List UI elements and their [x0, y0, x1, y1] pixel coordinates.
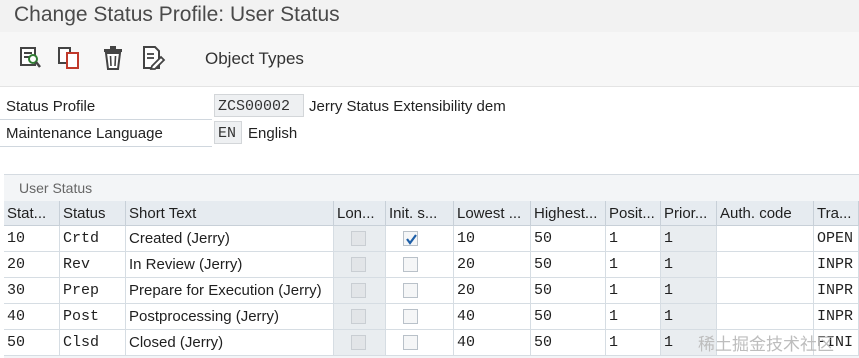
- init-status-checkbox[interactable]: [403, 335, 418, 350]
- cell-long-text: [334, 252, 386, 278]
- cell-highest[interactable]: 50: [531, 304, 606, 330]
- init-status-checkbox[interactable]: [403, 257, 418, 272]
- edit-details-icon[interactable]: [139, 44, 167, 72]
- cell-transaction[interactable]: INPR: [814, 304, 859, 330]
- cell-status[interactable]: Crtd: [60, 226, 126, 252]
- user-status-group-title: User Status: [19, 180, 93, 196]
- checkmark-icon: [406, 234, 417, 245]
- column-header-status[interactable]: Status: [60, 201, 126, 226]
- cell-auth-code[interactable]: [717, 278, 814, 304]
- copy-icon[interactable]: [55, 44, 83, 72]
- cell-short-text[interactable]: In Review (Jerry): [126, 252, 334, 278]
- status-profile-label: Status Profile: [6, 98, 96, 115]
- cell-transaction[interactable]: OPEN: [814, 226, 859, 252]
- toolbar: Object Types: [0, 32, 859, 87]
- status-profile-description: Jerry Status Extensibility dem: [309, 98, 506, 115]
- cell-long-text: [334, 330, 386, 356]
- cell-priority[interactable]: 1: [661, 252, 717, 278]
- cell-stat[interactable]: 20: [4, 252, 60, 278]
- cell-priority[interactable]: 1: [661, 304, 717, 330]
- cell-init-status[interactable]: [386, 252, 454, 278]
- delete-icon[interactable]: [99, 44, 127, 72]
- cell-init-status[interactable]: [386, 278, 454, 304]
- cell-stat[interactable]: 30: [4, 278, 60, 304]
- maintenance-language-row: Maintenance Language EN English: [0, 120, 859, 147]
- cell-lowest[interactable]: 20: [454, 278, 531, 304]
- column-header-priority[interactable]: Prior...: [661, 201, 717, 226]
- cell-auth-code[interactable]: [717, 304, 814, 330]
- column-header-short-text[interactable]: Short Text: [126, 201, 334, 226]
- cell-short-text[interactable]: Prepare for Execution (Jerry): [126, 278, 334, 304]
- column-header-stat[interactable]: Stat...: [4, 201, 60, 226]
- cell-position[interactable]: 1: [606, 226, 661, 252]
- cell-position[interactable]: 1: [606, 330, 661, 356]
- cell-lowest[interactable]: 20: [454, 252, 531, 278]
- cell-long-text: [334, 226, 386, 252]
- cell-short-text[interactable]: Closed (Jerry): [126, 330, 334, 356]
- long-text-checkbox: [351, 335, 366, 350]
- watermark: 稀土掘金技术社区: [698, 335, 834, 354]
- column-header-long-text[interactable]: Lon...: [334, 201, 386, 226]
- cell-position[interactable]: 1: [606, 304, 661, 330]
- cell-position[interactable]: 1: [606, 278, 661, 304]
- cell-status[interactable]: Prep: [60, 278, 126, 304]
- cell-stat[interactable]: 40: [4, 304, 60, 330]
- column-header-lowest[interactable]: Lowest ...: [454, 201, 531, 226]
- long-text-checkbox: [351, 309, 366, 324]
- maintenance-language-label: Maintenance Language: [6, 125, 163, 142]
- column-header-transaction[interactable]: Tra...: [814, 201, 859, 226]
- long-text-checkbox: [351, 231, 366, 246]
- init-status-checkbox[interactable]: [403, 283, 418, 298]
- cell-priority[interactable]: 1: [661, 226, 717, 252]
- cell-long-text: [334, 278, 386, 304]
- title-bar: Change Status Profile: User Status: [0, 0, 859, 32]
- cell-priority[interactable]: 1: [661, 278, 717, 304]
- status-profile-row: Status Profile ZCS00002 Jerry Status Ext…: [0, 93, 859, 120]
- cell-stat[interactable]: 50: [4, 330, 60, 356]
- column-header-position[interactable]: Posit...: [606, 201, 661, 226]
- cell-highest[interactable]: 50: [531, 252, 606, 278]
- cell-init-status[interactable]: [386, 226, 454, 252]
- cell-status[interactable]: Post: [60, 304, 126, 330]
- cell-lowest[interactable]: 10: [454, 226, 531, 252]
- cell-position[interactable]: 1: [606, 252, 661, 278]
- init-status-checkbox[interactable]: [403, 309, 418, 324]
- cell-short-text[interactable]: Postprocessing (Jerry): [126, 304, 334, 330]
- long-text-checkbox: [351, 257, 366, 272]
- cell-lowest[interactable]: 40: [454, 330, 531, 356]
- column-header-init-status[interactable]: Init. s...: [386, 201, 454, 226]
- cell-auth-code[interactable]: [717, 252, 814, 278]
- cell-stat[interactable]: 10: [4, 226, 60, 252]
- status-profile-field[interactable]: ZCS00002: [214, 94, 304, 117]
- cell-highest[interactable]: 50: [531, 278, 606, 304]
- cell-highest[interactable]: 50: [531, 330, 606, 356]
- cell-lowest[interactable]: 40: [454, 304, 531, 330]
- cell-transaction[interactable]: INPR: [814, 278, 859, 304]
- column-header-auth-code[interactable]: Auth. code: [717, 201, 814, 226]
- cell-highest[interactable]: 50: [531, 226, 606, 252]
- cell-short-text[interactable]: Created (Jerry): [126, 226, 334, 252]
- cell-init-status[interactable]: [386, 330, 454, 356]
- maintenance-language-description: English: [248, 125, 298, 142]
- maintenance-language-field[interactable]: EN: [214, 121, 242, 144]
- cell-auth-code[interactable]: [717, 226, 814, 252]
- column-header-highest[interactable]: Highest...: [531, 201, 606, 226]
- long-text-checkbox: [351, 283, 366, 298]
- init-status-checkbox[interactable]: [403, 231, 418, 246]
- cell-status[interactable]: Clsd: [60, 330, 126, 356]
- cell-status[interactable]: Rev: [60, 252, 126, 278]
- object-types-button[interactable]: Object Types: [205, 49, 304, 69]
- cell-long-text: [334, 304, 386, 330]
- display-change-icon[interactable]: [16, 44, 44, 72]
- cell-init-status[interactable]: [386, 304, 454, 330]
- cell-transaction[interactable]: INPR: [814, 252, 859, 278]
- window-title: Change Status Profile: User Status: [14, 3, 340, 26]
